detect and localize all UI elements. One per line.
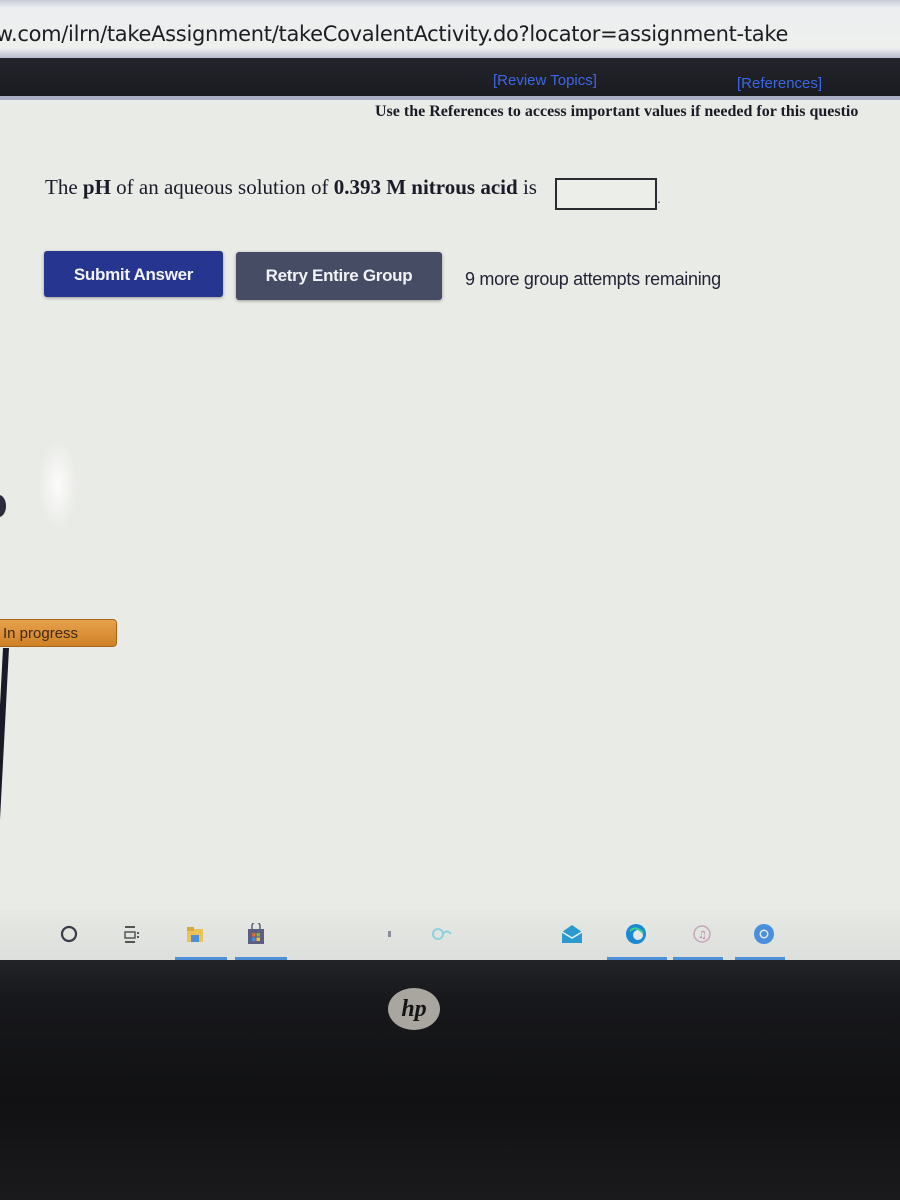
attempts-remaining: 9 more group attempts remaining bbox=[465, 269, 721, 289]
browser-address-bar[interactable]: w.com/ilrn/takeAssignment/takeCovalentAc… bbox=[0, 0, 900, 58]
url-text[interactable]: w.com/ilrn/takeAssignment/takeCovalentAc… bbox=[0, 22, 788, 46]
question-part2: of an aqueous solution of bbox=[110, 175, 334, 199]
screen-glare bbox=[38, 440, 78, 530]
ph-answer-input[interactable] bbox=[555, 178, 657, 210]
file-explorer-icon[interactable] bbox=[183, 922, 207, 946]
progress-sidebar-line bbox=[0, 648, 9, 906]
search-circle-icon[interactable] bbox=[57, 922, 81, 946]
store-icon[interactable] bbox=[244, 922, 268, 946]
cortana-icon[interactable] bbox=[430, 922, 454, 946]
review-topics-link[interactable]: [Review Topics] bbox=[493, 72, 597, 89]
svg-text:♫: ♫ bbox=[698, 930, 707, 941]
status-badge[interactable]: In progress bbox=[0, 619, 117, 647]
references-link[interactable]: [References] bbox=[737, 75, 822, 92]
question-part1: The bbox=[45, 175, 83, 199]
small-taskbar-glyph bbox=[378, 922, 402, 946]
ph-term: pH bbox=[82, 175, 111, 199]
chrome-icon[interactable] bbox=[752, 922, 776, 946]
concentration: 0.393 M bbox=[333, 175, 407, 199]
assignment-nav-strip: [Review Topics] [References] bbox=[0, 58, 900, 100]
question-part4: is bbox=[517, 175, 537, 199]
windows-taskbar: ♫ bbox=[0, 910, 900, 960]
answer-period: . bbox=[657, 190, 661, 206]
itunes-icon[interactable]: ♫ bbox=[690, 922, 714, 946]
task-view-icon[interactable] bbox=[120, 922, 144, 946]
references-note: Use the References to access important v… bbox=[375, 103, 859, 120]
question-text: The pH of an aqueous solution of 0.393 M… bbox=[45, 175, 537, 200]
retry-entire-group-button[interactable]: Retry Entire Group bbox=[236, 252, 442, 300]
compound-name: nitrous acid bbox=[411, 175, 518, 199]
submit-answer-button[interactable]: Submit Answer bbox=[44, 251, 223, 297]
mail-icon[interactable] bbox=[560, 922, 584, 946]
hp-logo: hp bbox=[388, 988, 440, 1030]
edge-icon[interactable] bbox=[624, 922, 648, 946]
laptop-bezel bbox=[0, 960, 900, 1200]
status-label: In progress bbox=[3, 625, 79, 642]
left-edge-shadow bbox=[0, 495, 6, 517]
